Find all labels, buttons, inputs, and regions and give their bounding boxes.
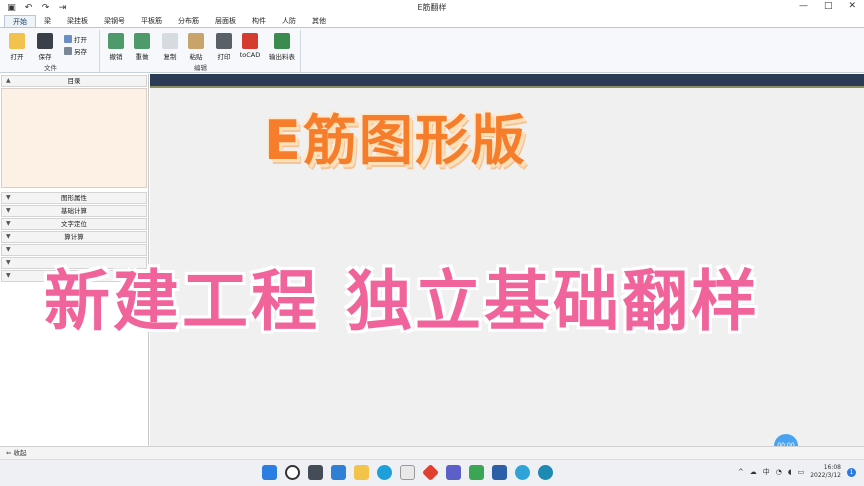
clock-date: 2022/3/12 [810,472,841,479]
save-as-button[interactable]: 另存 [64,46,87,56]
expand-arrow-icon: ▼ [6,194,11,201]
undo-icon [108,33,124,49]
task-view-icon[interactable] [308,465,323,480]
file-group: 打开 保存 打开 另存 文件 [2,30,100,72]
system-tray: ^ ☁ 中 ◔ ◖ ▭ 16:08 2022/3/12 1 [738,464,856,480]
tab-other[interactable]: 其他 [304,15,334,27]
tab-beam[interactable]: 梁 [36,15,59,27]
save-as-icon [64,47,72,55]
catalog-tree[interactable] [1,88,147,188]
tab-floor-slab[interactable]: 层面板 [207,15,244,27]
copy-icon [162,33,178,49]
section-text-position[interactable]: ▼ 文字定位 [1,218,147,230]
expand-arrow-icon: ▼ [6,246,11,253]
copy-button[interactable]: 复制 [159,33,181,61]
group-label-edit: 编辑 [194,64,207,72]
to-cad-button[interactable]: toCAD [239,33,261,59]
tab-start[interactable]: 开始 [4,15,36,27]
minimize-button[interactable]: — [799,1,808,11]
tab-civil-defense[interactable]: 人防 [274,15,304,27]
open-file-icon [64,35,72,43]
overlay-subtitle: 新建工程 独立基础翻样 [44,263,760,340]
undo-button[interactable]: 撤销 [105,33,127,61]
collapse-arrow-icon[interactable]: ⇐ [6,449,11,457]
expand-arrow-icon: ▼ [6,220,11,227]
taskbar-icons [262,464,553,481]
group-label-file: 文件 [44,64,57,72]
app-circle-icon[interactable] [538,465,553,480]
notification-badge[interactable]: 1 [847,467,856,477]
edit-group: 撤销 重做 复制 粘贴 打印 toCAD 输出料表 编辑 [101,30,301,72]
cad-icon [242,33,258,49]
tab-slab-rebar[interactable]: 平板筋 [133,15,170,27]
redo-icon [134,33,150,49]
status-bar: ⇐ 收起 [0,446,864,459]
taskbar: ^ ☁ 中 ◔ ◖ ▭ 16:08 2022/3/12 1 [0,459,864,486]
section-graphic-properties[interactable]: ▼ 图形属性 [1,192,147,204]
overlay-title: E筋图形版 [264,109,527,172]
search-icon[interactable] [285,465,300,480]
folder-icon [9,33,25,49]
expand-arrow-icon: ▼ [6,272,11,279]
cloud-icon[interactable]: ☁ [750,468,757,476]
section-calculate[interactable]: ▼ 算计算 [1,231,147,243]
battery-icon[interactable]: ▭ [798,468,805,476]
status-text[interactable]: 收起 [14,449,27,457]
app-red-icon[interactable] [422,464,439,481]
paste-icon [188,33,204,49]
store-icon[interactable] [400,465,415,480]
chevron-up-icon[interactable]: ^ [738,468,744,476]
workspace-header-strip [150,74,864,88]
lang-indicator[interactable]: 中 [763,467,770,477]
app-teams-icon[interactable] [446,465,461,480]
app-cloud-icon[interactable] [515,465,530,480]
expand-arrow-icon: ▼ [6,233,11,240]
widgets-icon[interactable] [331,465,346,480]
window-title: E筋翻样 [417,3,447,12]
clock[interactable]: 16:08 2022/3/12 [810,464,841,480]
maximize-button[interactable]: □ [824,1,833,11]
app-blue-icon[interactable] [492,465,507,480]
tab-beam-board[interactable]: 梁挂板 [59,15,96,27]
file-explorer-icon[interactable] [354,465,369,480]
volume-icon[interactable]: ◖ [788,468,792,476]
open-small-button[interactable]: 打开 [64,34,87,44]
redo-button[interactable]: 重做 [131,33,153,61]
open-button[interactable]: 打开 [6,33,28,61]
save-button[interactable]: 保存 [34,33,56,61]
app-green-icon[interactable] [469,465,484,480]
export-table-icon [274,33,290,49]
expand-arrow-icon: ▼ [6,207,11,214]
tab-component[interactable]: 构件 [244,15,274,27]
wifi-icon[interactable]: ◔ [776,468,782,476]
printer-icon [216,33,232,49]
expand-arrow-icon: ▼ [6,259,11,266]
title-bar: ▣ ↶ ↷ ⇥ E筋翻样 — □ ✕ [0,0,864,15]
ribbon-panel: 打开 保存 打开 另存 文件 撤销 重做 复制 粘贴 打印 toCAD 输出料表… [0,27,864,73]
edge-icon[interactable] [377,465,392,480]
print-button[interactable]: 打印 [213,33,235,61]
clock-time: 16:08 [823,464,841,471]
catalog-header[interactable]: ▲ 目录 [1,75,147,87]
tab-beam-number[interactable]: 梁钢号 [96,15,133,27]
tab-distribution-rebar[interactable]: 分布筋 [170,15,207,27]
collapse-arrow-icon: ▲ [6,77,11,84]
section-foundation-calc[interactable]: ▼ 基础计算 [1,205,147,217]
ribbon-tabs: 开始 梁 梁挂板 梁钢号 平板筋 分布筋 层面板 构件 人防 其他 [4,15,334,27]
export-table-button[interactable]: 输出料表 [267,33,297,61]
windows-icon[interactable] [262,465,277,480]
floppy-icon [37,33,53,49]
paste-button[interactable]: 粘贴 [185,33,207,61]
close-button[interactable]: ✕ [848,1,856,11]
window-controls: — □ ✕ [799,1,856,11]
